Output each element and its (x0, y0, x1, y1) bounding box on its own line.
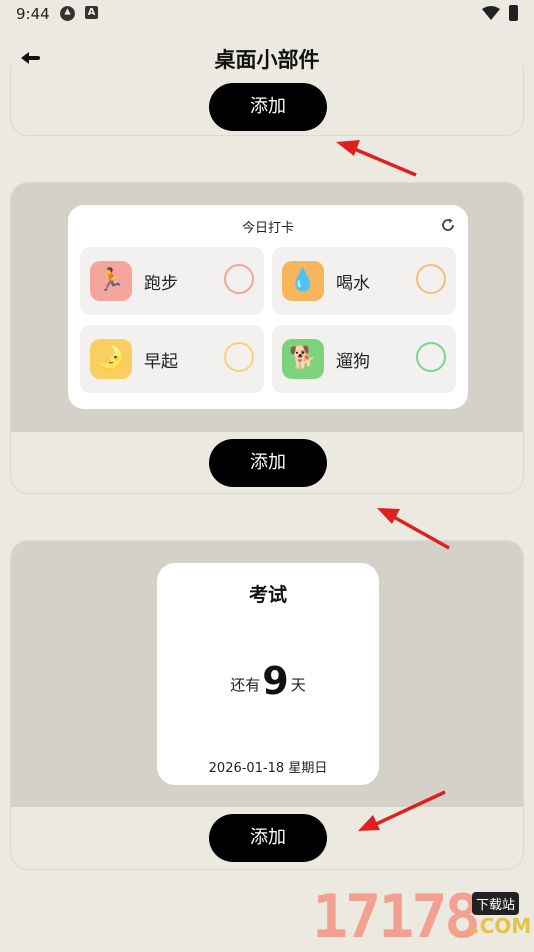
watermark-suffix: .COM (472, 914, 532, 938)
annotation-arrows (336, 140, 450, 831)
watermark-logo: 17178 下载站 .COM (312, 878, 532, 952)
arrow-3 (358, 790, 446, 831)
arrow-1 (336, 140, 417, 177)
arrow-2 (377, 508, 450, 550)
watermark-badge: 下载站 (472, 892, 520, 915)
watermark-digits: 17178 (312, 882, 481, 952)
